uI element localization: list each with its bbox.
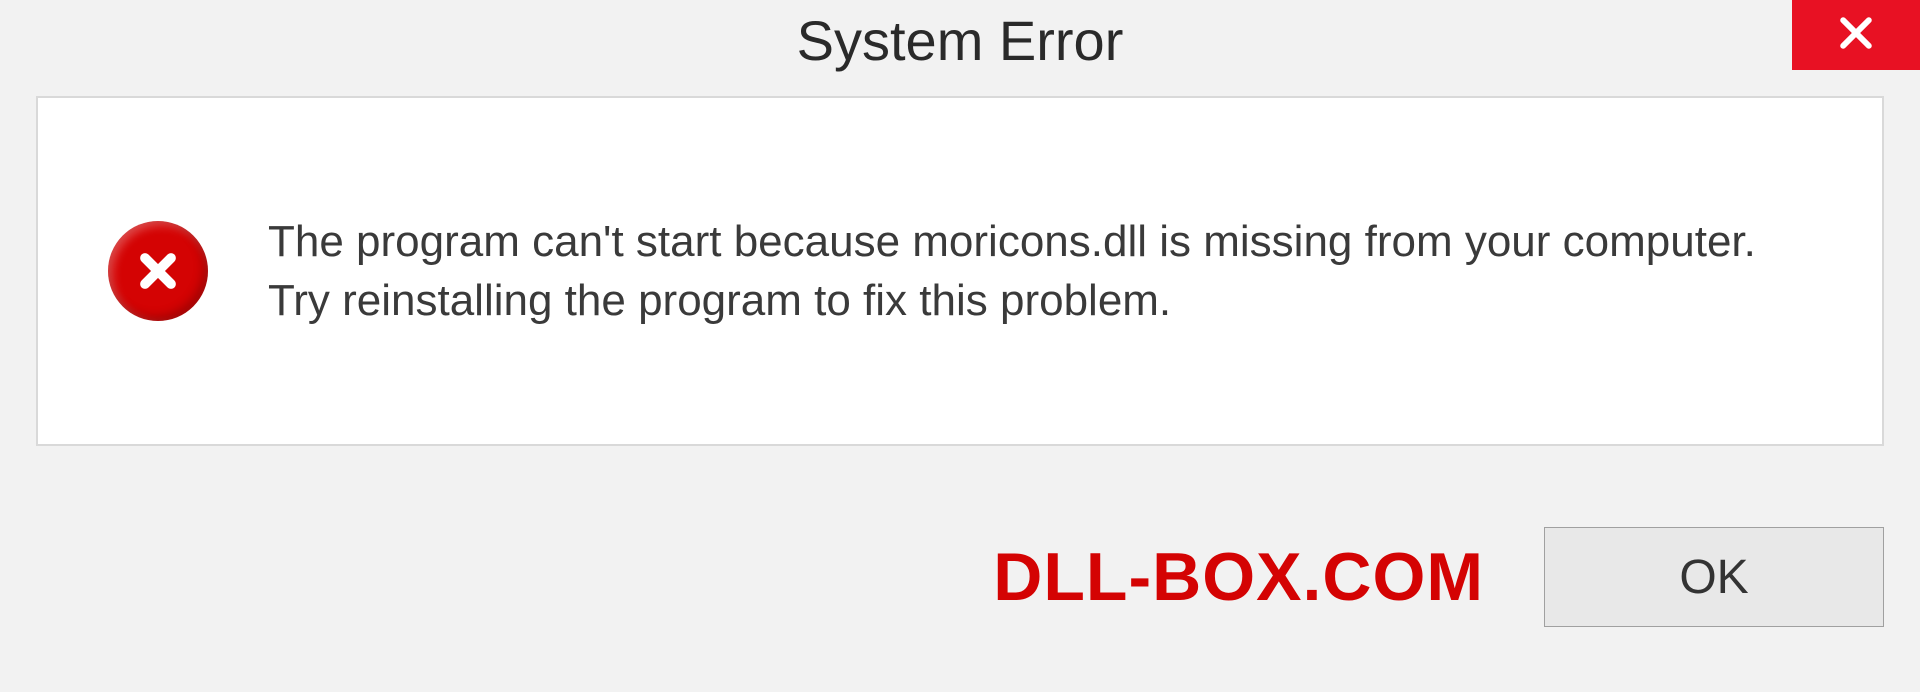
titlebar: System Error [0, 0, 1920, 96]
close-icon [1834, 11, 1878, 60]
dialog-message: The program can't start because moricons… [268, 212, 1812, 331]
dialog-footer: DLL-BOX.COM OK [0, 492, 1920, 692]
close-button[interactable] [1792, 0, 1920, 70]
watermark-text: DLL-BOX.COM [993, 538, 1484, 616]
dialog-content: The program can't start because moricons… [36, 96, 1884, 446]
error-circle-icon [108, 221, 208, 321]
ok-button[interactable]: OK [1544, 527, 1884, 627]
dialog-title: System Error [797, 8, 1124, 73]
